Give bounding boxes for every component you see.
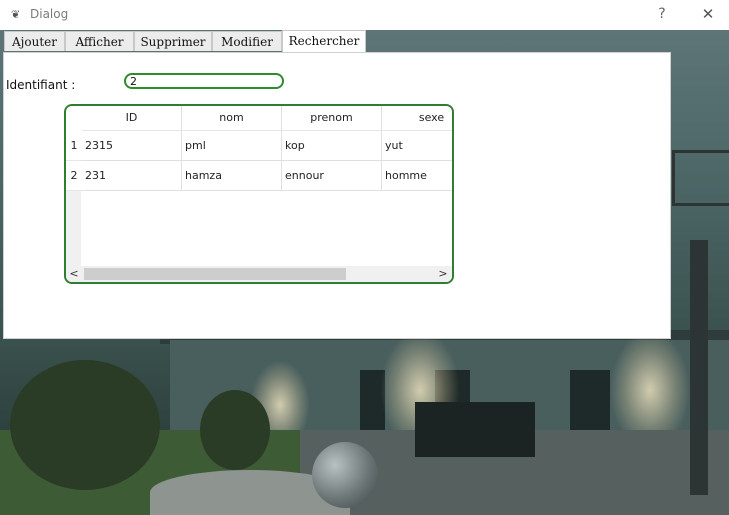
scroll-left-button[interactable]: <	[67, 266, 81, 282]
table-cell[interactable]: ennour	[282, 161, 382, 191]
column-header-nom[interactable]: nom	[182, 106, 282, 131]
table-cell[interactable]: 231	[82, 161, 182, 191]
table-cell[interactable]: kop	[282, 131, 382, 161]
window-title: Dialog	[30, 7, 69, 21]
shrub	[200, 390, 270, 470]
row-header[interactable]: 1	[66, 131, 82, 161]
outdoor-tub	[415, 402, 535, 457]
table-cell[interactable]: hamza	[182, 161, 282, 191]
lamp-post	[690, 240, 708, 495]
identifiant-label: Identifiant :	[6, 78, 76, 92]
row-header-empty	[66, 191, 81, 266]
close-button[interactable]: ✕	[695, 3, 721, 25]
table-cell[interactable]: 2315	[82, 131, 182, 161]
title-bar: ❦ Dialog ? ✕	[0, 0, 729, 30]
tab-modifier[interactable]: Modifier	[212, 31, 282, 51]
table-cell[interactable]: pml	[182, 131, 282, 161]
horizontal-scrollbar[interactable]: < >	[66, 266, 452, 282]
table-corner	[66, 106, 82, 130]
row-header[interactable]: 2	[66, 161, 82, 191]
scroll-thumb[interactable]	[84, 268, 346, 280]
garden-sphere	[312, 442, 378, 508]
rechercher-panel: Identifiant : ID nom prenom sexe 1 2315 …	[3, 52, 671, 339]
lamp-arm	[672, 150, 729, 206]
tab-rechercher[interactable]: Rechercher	[282, 30, 366, 52]
tab-supprimer[interactable]: Supprimer	[134, 31, 212, 51]
feather-icon: ❦	[11, 8, 21, 21]
column-header-prenom[interactable]: prenom	[282, 106, 382, 131]
table-cell[interactable]: yut	[382, 131, 452, 161]
identifiant-input[interactable]	[124, 73, 284, 89]
table-cell[interactable]: homme	[382, 161, 452, 191]
results-table[interactable]: ID nom prenom sexe 1 2315 pml kop yut 2 …	[64, 104, 454, 284]
scroll-right-button[interactable]: >	[436, 266, 450, 282]
shrub	[10, 360, 160, 490]
column-header-sexe[interactable]: sexe	[382, 106, 452, 131]
tab-afficher[interactable]: Afficher	[65, 31, 134, 51]
help-button[interactable]: ?	[650, 3, 674, 25]
column-header-id[interactable]: ID	[82, 106, 182, 131]
tab-ajouter[interactable]: Ajouter	[4, 31, 65, 51]
